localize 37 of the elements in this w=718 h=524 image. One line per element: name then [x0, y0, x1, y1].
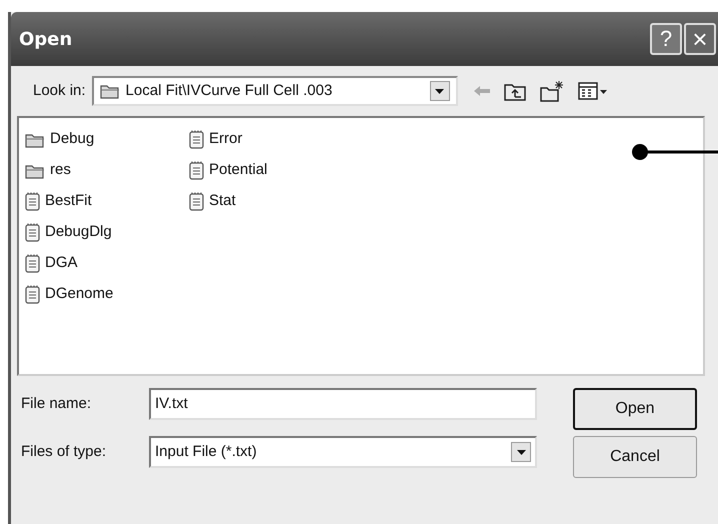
- file-list-item[interactable]: Error: [189, 124, 309, 155]
- dropdown-button[interactable]: [430, 81, 450, 101]
- caret-icon: [516, 450, 526, 454]
- document-icon: [25, 192, 40, 211]
- file-list-item[interactable]: Stat: [189, 186, 309, 217]
- document-icon: [189, 130, 204, 149]
- folder-icon: [25, 162, 45, 178]
- document-icon: [189, 161, 204, 180]
- folder-icon: [100, 83, 120, 99]
- document-icon: [25, 223, 40, 242]
- caret-icon: [435, 88, 444, 94]
- file-list-item[interactable]: DGenome: [25, 279, 145, 310]
- file-list-item[interactable]: DebugDlg: [25, 217, 145, 248]
- file-list-item[interactable]: DGA: [25, 248, 145, 279]
- window-title: Open: [19, 28, 74, 52]
- look-in-value: Local Fit\IVCurve Full Cell .003: [126, 80, 334, 101]
- file-name-field[interactable]: IV.txt: [149, 388, 537, 420]
- file-list-item[interactable]: BestFit: [25, 186, 145, 217]
- document-icon: [189, 192, 204, 211]
- dialog-button[interactable]: Cancel: [573, 436, 697, 478]
- file-list-item[interactable]: res: [25, 155, 145, 186]
- folder-icon: [25, 132, 45, 148]
- close-button[interactable]: ×: [684, 23, 716, 55]
- file-list-item[interactable]: Debug: [25, 124, 145, 155]
- new-folder-icon[interactable]: [540, 80, 564, 102]
- field-label: File name:: [21, 394, 92, 414]
- look-in-dropdown[interactable]: Local Fit\IVCurve Full Cell .003: [92, 76, 458, 106]
- look-in-label: Look in:: [33, 80, 86, 101]
- file-list-item[interactable]: Potential: [189, 155, 309, 186]
- field-label: Files of type:: [21, 442, 108, 462]
- view-menu-icon[interactable]: [578, 81, 608, 101]
- document-icon: [25, 285, 40, 304]
- document-icon: [25, 254, 40, 273]
- help-button[interactable]: ?: [650, 23, 682, 55]
- file-type-dropdown[interactable]: Input File (*.txt): [149, 436, 537, 468]
- dialog-button[interactable]: Open: [573, 388, 697, 430]
- dropdown-button[interactable]: [511, 442, 531, 462]
